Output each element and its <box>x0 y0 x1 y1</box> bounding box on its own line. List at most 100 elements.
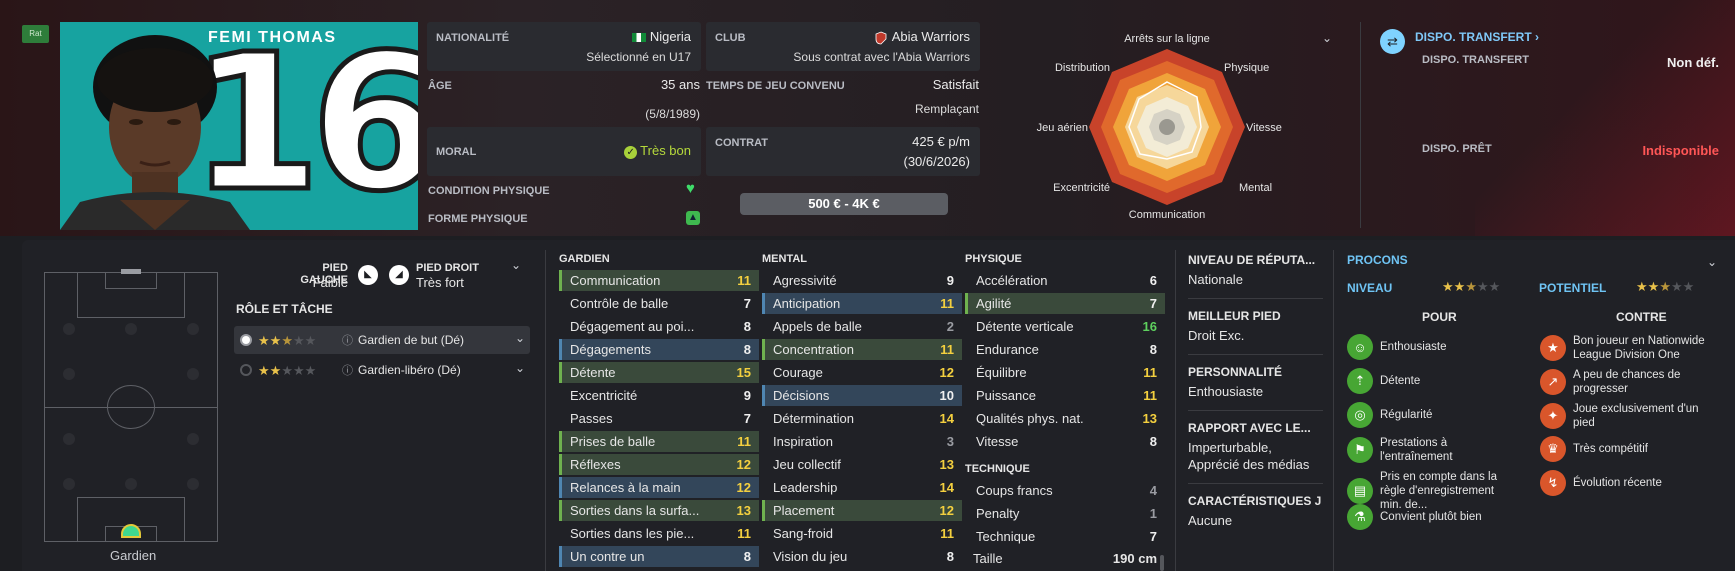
attribute-row[interactable]: Vitesse 8 <box>965 431 1165 452</box>
attribute-row[interactable]: Puissance 11 <box>965 385 1165 406</box>
pro-item[interactable]: ⚑ Prestations à l'entraînement <box>1347 436 1517 464</box>
attribute-row[interactable]: Sorties dans la surfa... 13 <box>559 500 759 521</box>
center-circle <box>107 385 155 429</box>
attribute-row[interactable]: Agilité 7 <box>965 293 1165 314</box>
physique-title: PHYSIQUE <box>965 253 1022 265</box>
attribute-row[interactable]: Relances à la main 12 <box>559 477 759 498</box>
attribute-name: Un contre un <box>570 549 645 564</box>
club-label: CLUB <box>715 32 746 44</box>
role-2-dropdown-icon[interactable]: ⌄ <box>515 361 525 375</box>
technique-title: TECHNIQUE <box>965 463 1030 475</box>
contract-card[interactable]: CONTRAT 425 € p/m (30/6/2026) <box>706 127 980 176</box>
role-row-2[interactable]: ★★★★★ ⓘ Gardien-libéro (Dé) ⌄ <box>234 356 530 384</box>
con-item[interactable]: ✦ Joue exclusivement d'un pied <box>1540 402 1710 430</box>
attribute-row[interactable]: Communication 11 <box>559 270 759 291</box>
attribute-row[interactable]: Agressivité 9 <box>762 270 962 291</box>
attribute-value: 11 <box>940 296 954 311</box>
form-label: FORME PHYSIQUE <box>428 213 528 225</box>
role-1-dropdown-icon[interactable]: ⌄ <box>515 331 525 345</box>
attribute-row[interactable]: Inspiration 3 <box>762 431 962 452</box>
attribute-row[interactable]: Sorties dans les pie... 11 <box>559 523 759 544</box>
role-radio-selected[interactable] <box>240 334 252 346</box>
attribute-row[interactable]: Sang-froid 11 <box>762 523 962 544</box>
attribute-value: 13 <box>939 457 954 472</box>
attribute-row[interactable]: Penalty 1 <box>965 503 1165 524</box>
attribute-row[interactable]: Concentration 11 <box>762 339 962 360</box>
procons-dropdown-chevron-icon[interactable]: ⌄ <box>1707 255 1717 269</box>
attribute-row[interactable]: Anticipation 11 <box>762 293 962 314</box>
attribute-name: Accélération <box>976 273 1048 288</box>
procon-text: Bon joueur en Nationwide League Division… <box>1573 335 1705 361</box>
transfer-title-text: DISPO. TRANSFERT <box>1415 30 1532 44</box>
attribute-row[interactable]: Détente verticale 16 <box>965 316 1165 337</box>
thumbs-up-icon: ▲ <box>686 211 700 225</box>
attribute-row[interactable]: Appels de balle 2 <box>762 316 962 337</box>
radar-label-vitesse: Vitesse <box>1246 122 1282 134</box>
attribute-row[interactable]: Détente 15 <box>559 362 759 383</box>
attribute-row[interactable]: Technique 7 <box>965 526 1165 547</box>
nigeria-flag-icon <box>631 33 646 43</box>
con-item[interactable]: ♛ Très compétitif <box>1540 436 1710 462</box>
attribute-name: Agilité <box>976 296 1012 311</box>
con-item[interactable]: ★ Bon joueur en Nationwide League Divisio… <box>1540 334 1710 362</box>
pro-item[interactable]: ☺ Enthousiaste <box>1347 334 1517 360</box>
attribute-row[interactable]: Un contre un 8 <box>559 546 759 567</box>
radar-dropdown-chevron-icon[interactable]: ⌄ <box>1322 31 1332 45</box>
attribute-row[interactable]: Qualités phys. nat. 13 <box>965 408 1165 429</box>
attribute-row[interactable]: Passes 7 <box>559 408 759 429</box>
attribute-row[interactable]: Accélération 6 <box>965 270 1165 291</box>
con-item[interactable]: ↗ A peu de chances de progresser <box>1540 368 1710 396</box>
attribute-name: Décisions <box>773 388 830 403</box>
reputation-label: NIVEAU DE RÉPUTA... <box>1188 253 1316 267</box>
attribute-name: Jeu collectif <box>773 457 841 472</box>
attribute-row[interactable]: Dégagements 8 <box>559 339 759 360</box>
attribute-row[interactable]: Jeu collectif 13 <box>762 454 962 475</box>
attribute-row[interactable]: Coups francs 4 <box>965 480 1165 501</box>
attribute-row[interactable]: Excentricité 9 <box>559 385 759 406</box>
role-row-1[interactable]: ★★★★★ ⓘ Gardien de but (Dé) ⌄ <box>234 326 530 354</box>
morale-card[interactable]: MORAL ✓ Très bon <box>427 127 701 176</box>
feet-dropdown-chevron-icon[interactable]: ⌄ <box>511 258 521 272</box>
club-card[interactable]: CLUB Abia Warriors Sous contrat avec l'A… <box>706 22 980 71</box>
attribute-row[interactable]: Endurance 8 <box>965 339 1165 360</box>
attribute-value: 9 <box>946 273 954 288</box>
transfer-title-link[interactable]: DISPO. TRANSFERT › <box>1415 30 1539 44</box>
attribute-row[interactable]: Contrôle de balle 7 <box>559 293 759 314</box>
mental-attributes: Agressivité 9 Anticipation 11 Appels de ball… <box>762 270 962 569</box>
pro-item[interactable]: ⇡ Détente <box>1347 368 1517 394</box>
attribute-value: 13 <box>1142 411 1157 426</box>
attribute-row[interactable]: Détermination 14 <box>762 408 962 429</box>
attribute-row[interactable]: Prises de balle 11 <box>559 431 759 452</box>
playtime-sub: Remplaçant <box>914 102 979 116</box>
left-boot-icon: ◣ <box>358 265 378 285</box>
pro-item[interactable]: ⚗ Convient plutôt bien <box>1347 504 1517 530</box>
height-row: Taille 190 cm <box>965 551 1165 571</box>
procon-text: Détente <box>1380 375 1421 387</box>
attribute-radar-chart[interactable]: Arrêts sur la ligne Physique Vitesse Men… <box>1020 25 1320 230</box>
position-dot <box>63 478 75 490</box>
club-value: Abia Warriors <box>874 29 970 45</box>
attribute-row[interactable]: Dégagement au poi... 8 <box>559 316 759 337</box>
pro-item[interactable]: ◎ Régularité <box>1347 402 1517 428</box>
attribute-row[interactable]: Courage 12 <box>762 362 962 383</box>
info-separator <box>1188 298 1323 299</box>
value-range-bar[interactable]: 500 € - 4K € <box>740 193 948 215</box>
attribute-name: Passes <box>570 411 613 426</box>
nationality-card[interactable]: NATIONALITÉ Nigeria Sélectionné en U17 <box>427 22 701 71</box>
attribute-row[interactable]: Leadership 14 <box>762 477 962 498</box>
attribute-row[interactable]: Décisions 10 <box>762 385 962 406</box>
info-icon[interactable]: ⓘ <box>342 362 353 378</box>
attribute-row[interactable]: Vision du jeu 8 <box>762 546 962 567</box>
con-item[interactable]: ↯ Évolution récente <box>1540 470 1710 496</box>
personality-value: Enthousiaste <box>1188 384 1264 399</box>
attribute-row[interactable]: Placement 12 <box>762 500 962 521</box>
attribute-row[interactable]: Équilibre 11 <box>965 362 1165 383</box>
morale-text: Très bon <box>640 143 691 158</box>
info-icon[interactable]: ⓘ <box>342 332 353 348</box>
role-2-label: Gardien-libéro (Dé) <box>358 363 461 377</box>
attribute-row[interactable]: Réflexes 12 <box>559 454 759 475</box>
role-radio-unselected[interactable] <box>240 364 252 376</box>
attribute-value: 8 <box>946 549 954 564</box>
scrollbar-thumb[interactable] <box>1160 555 1164 571</box>
role-section-title: RÔLE ET TÂCHE <box>236 302 333 316</box>
